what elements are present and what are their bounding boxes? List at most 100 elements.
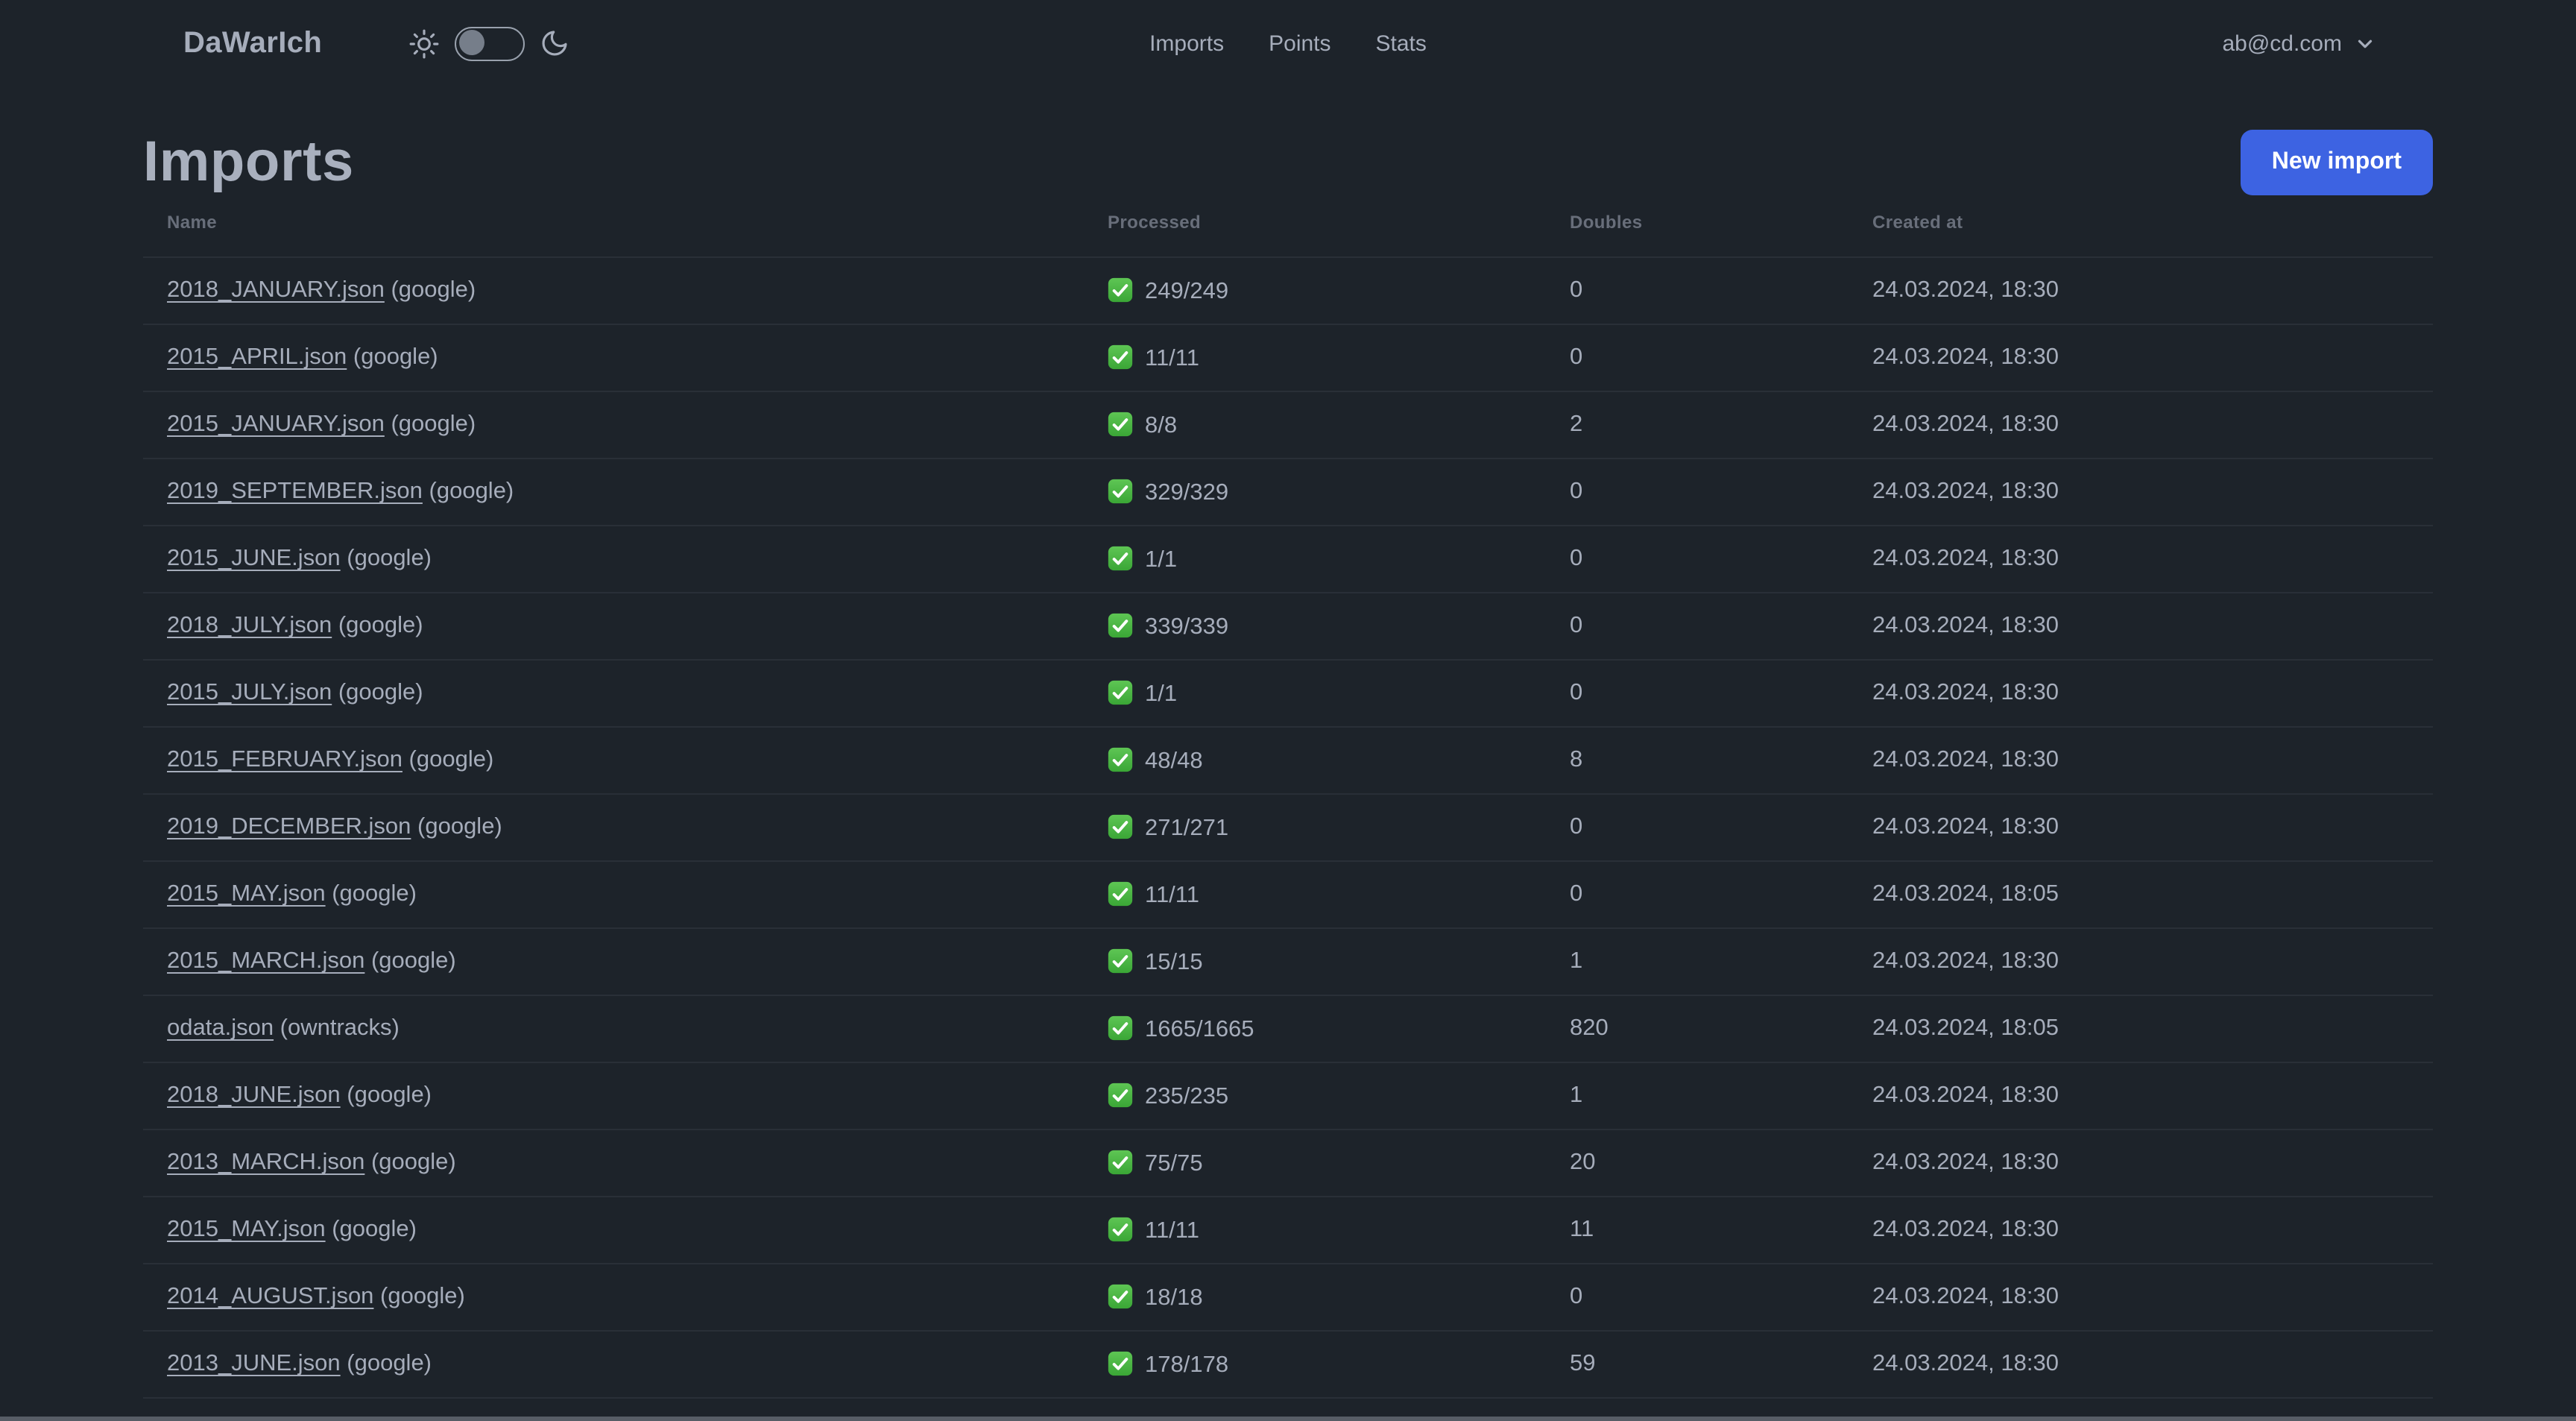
import-file-link[interactable]: 2018_JANUARY.json [167, 277, 385, 303]
processed-cell: 1/1 [1084, 525, 1546, 593]
processed-cell: 75/75 [1084, 1129, 1546, 1197]
import-name-cell: 2019_DECEMBER.json (google) [143, 793, 1084, 861]
import-name-cell: 2015_JANUARY.json (google) [143, 391, 1084, 459]
theme-switch[interactable] [455, 26, 525, 60]
import-file-link[interactable]: 2018_JUNE.json [167, 1083, 341, 1108]
import-name-cell: 2018_JULY.json (google) [143, 592, 1084, 660]
processed-cell: 235/235 [1084, 1062, 1546, 1129]
processed-count: 48/48 [1145, 748, 1203, 773]
import-file-link[interactable]: 2015_MAY.json [167, 1217, 326, 1242]
doubles-cell: 0 [1546, 1263, 1849, 1331]
import-file-link[interactable]: 2015_JULY.json [167, 680, 332, 705]
import-file-link[interactable]: 2014_AUGUST.json [167, 1284, 373, 1309]
table-row: odata.json (owntracks) 1665/1665 820 24.03.… [143, 995, 2433, 1062]
success-check-icon [1108, 344, 1133, 369]
table-row: 2015_APRIL.json (google) 11/11 0 24.03.2024… [143, 324, 2433, 391]
import-source: (google) [384, 277, 476, 303]
import-source: (google) [332, 613, 423, 638]
doubles-cell: 0 [1546, 592, 1849, 660]
table-row: 2018_JANUARY.json (google) 249/249 0 24.03.… [143, 256, 2433, 324]
import-source: (google) [340, 1083, 432, 1108]
app-logo[interactable]: DaWarIch [183, 26, 322, 60]
page-header: Imports New import [143, 128, 2433, 197]
import-file-link[interactable]: 2015_APRIL.json [167, 344, 347, 370]
processed-count: 178/178 [1145, 1352, 1229, 1377]
created-at-cell: 24.03.2024, 18:30 [1849, 458, 2433, 526]
table-row: 2018_JUNE.json (google) 235/235 1 24.03.202… [143, 1062, 2433, 1129]
page-title: Imports [143, 131, 354, 194]
created-at-cell: 24.03.2024, 18:30 [1849, 659, 2433, 727]
app-window: DaWarIch Imports Points Stats ab@cd.com … [0, 0, 2576, 1421]
doubles-cell: 820 [1546, 995, 1849, 1062]
doubles-cell: 0 [1546, 458, 1849, 526]
processed-count: 11/11 [1145, 1217, 1199, 1243]
import-file-link[interactable]: 2013_JUNE.json [167, 1351, 341, 1376]
success-check-icon [1108, 948, 1133, 973]
import-file-link[interactable]: 2013_MARCH.json [167, 1150, 364, 1175]
success-check-icon [1108, 612, 1133, 637]
import-name-cell: 2019_SEPTEMBER.json (google) [143, 458, 1084, 526]
success-check-icon [1108, 478, 1133, 503]
doubles-cell: 8 [1546, 726, 1849, 794]
processed-cell: 8/8 [1084, 391, 1546, 459]
doubles-cell: 0 [1546, 659, 1849, 727]
col-header-doubles: Doubles [1570, 212, 1643, 233]
import-file-link[interactable]: 2019_DECEMBER.json [167, 814, 411, 839]
import-file-link[interactable]: 2015_FEBRUARY.json [167, 747, 402, 772]
import-file-link[interactable]: 2019_SEPTEMBER.json [167, 479, 423, 504]
import-file-link[interactable]: 2015_JANUARY.json [167, 412, 385, 437]
import-name-cell: 2015_APRIL.json (google) [143, 324, 1084, 391]
import-name-cell: 2013_JUNE.json (google) [143, 1330, 1084, 1398]
success-check-icon [1108, 545, 1133, 570]
nav-link-points[interactable]: Points [1269, 31, 1330, 56]
processed-cell: 339/339 [1084, 592, 1546, 660]
import-file-link[interactable]: 2015_MAY.json [167, 881, 326, 907]
theme-toggle [408, 26, 569, 60]
processed-cell: 329/329 [1084, 458, 1546, 526]
success-check-icon [1108, 411, 1133, 436]
import-name-cell: 2015_MAY.json (google) [143, 860, 1084, 928]
import-name-cell: 2018_JANUARY.json (google) [143, 256, 1084, 324]
import-file-link[interactable]: 2015_MARCH.json [167, 948, 364, 974]
success-check-icon [1108, 1283, 1133, 1308]
processed-count: 15/15 [1145, 949, 1203, 974]
doubles-cell: 1 [1546, 1062, 1849, 1129]
user-menu-button[interactable]: ab@cd.com [2222, 31, 2376, 56]
table-row: 2019_SEPTEMBER.json (google) 329/329 0 24.0… [143, 458, 2433, 526]
doubles-cell: 2 [1546, 391, 1849, 459]
created-at-cell: 24.03.2024, 18:30 [1849, 1062, 2433, 1129]
processed-cell: 1665/1665 [1084, 995, 1546, 1062]
success-check-icon [1108, 1149, 1133, 1174]
created-at-cell: 24.03.2024, 18:30 [1849, 324, 2433, 391]
processed-count: 1/1 [1145, 681, 1178, 706]
navbar: DaWarIch Imports Points Stats ab@cd.com [0, 0, 2576, 86]
import-file-link[interactable]: 2015_JUNE.json [167, 546, 341, 571]
success-check-icon [1108, 1015, 1133, 1040]
processed-cell: 11/11 [1084, 1196, 1546, 1264]
created-at-cell: 24.03.2024, 18:30 [1849, 726, 2433, 794]
nav-link-imports[interactable]: Imports [1149, 31, 1224, 56]
nav-link-stats[interactable]: Stats [1376, 31, 1427, 56]
table-row: 2015_MARCH.json (google) 15/15 1 24.03.2024… [143, 927, 2433, 995]
table-row: 2015_FEBRUARY.json (google) 48/48 8 24.03.2… [143, 726, 2433, 794]
import-source: (google) [340, 546, 432, 571]
imports-page: Imports New import Name Processed Double… [143, 128, 2433, 1421]
doubles-cell: 59 [1546, 1330, 1849, 1398]
success-check-icon [1108, 746, 1133, 772]
table-row: 2015_JUNE.json (google) 1/1 0 24.03.2024, 1… [143, 525, 2433, 593]
import-file-link[interactable]: odata.json [167, 1015, 274, 1041]
new-import-button[interactable]: New import [2240, 130, 2433, 195]
import-name-cell: odata.json (owntracks) [143, 995, 1084, 1062]
import-name-cell: 2018_JUNE.json (google) [143, 1062, 1084, 1129]
import-source: (google) [364, 1150, 456, 1175]
processed-cell: 11/11 [1084, 860, 1546, 928]
import-source: (google) [332, 680, 423, 705]
main-nav: Imports Points Stats [1127, 31, 1449, 56]
processed-count: 329/329 [1145, 479, 1229, 505]
import-source: (google) [347, 344, 438, 370]
import-source: (google) [384, 412, 476, 437]
processed-count: 18/18 [1145, 1285, 1203, 1310]
success-check-icon [1108, 1082, 1133, 1107]
import-file-link[interactable]: 2018_JULY.json [167, 613, 332, 638]
import-source: (owntracks) [274, 1015, 400, 1041]
